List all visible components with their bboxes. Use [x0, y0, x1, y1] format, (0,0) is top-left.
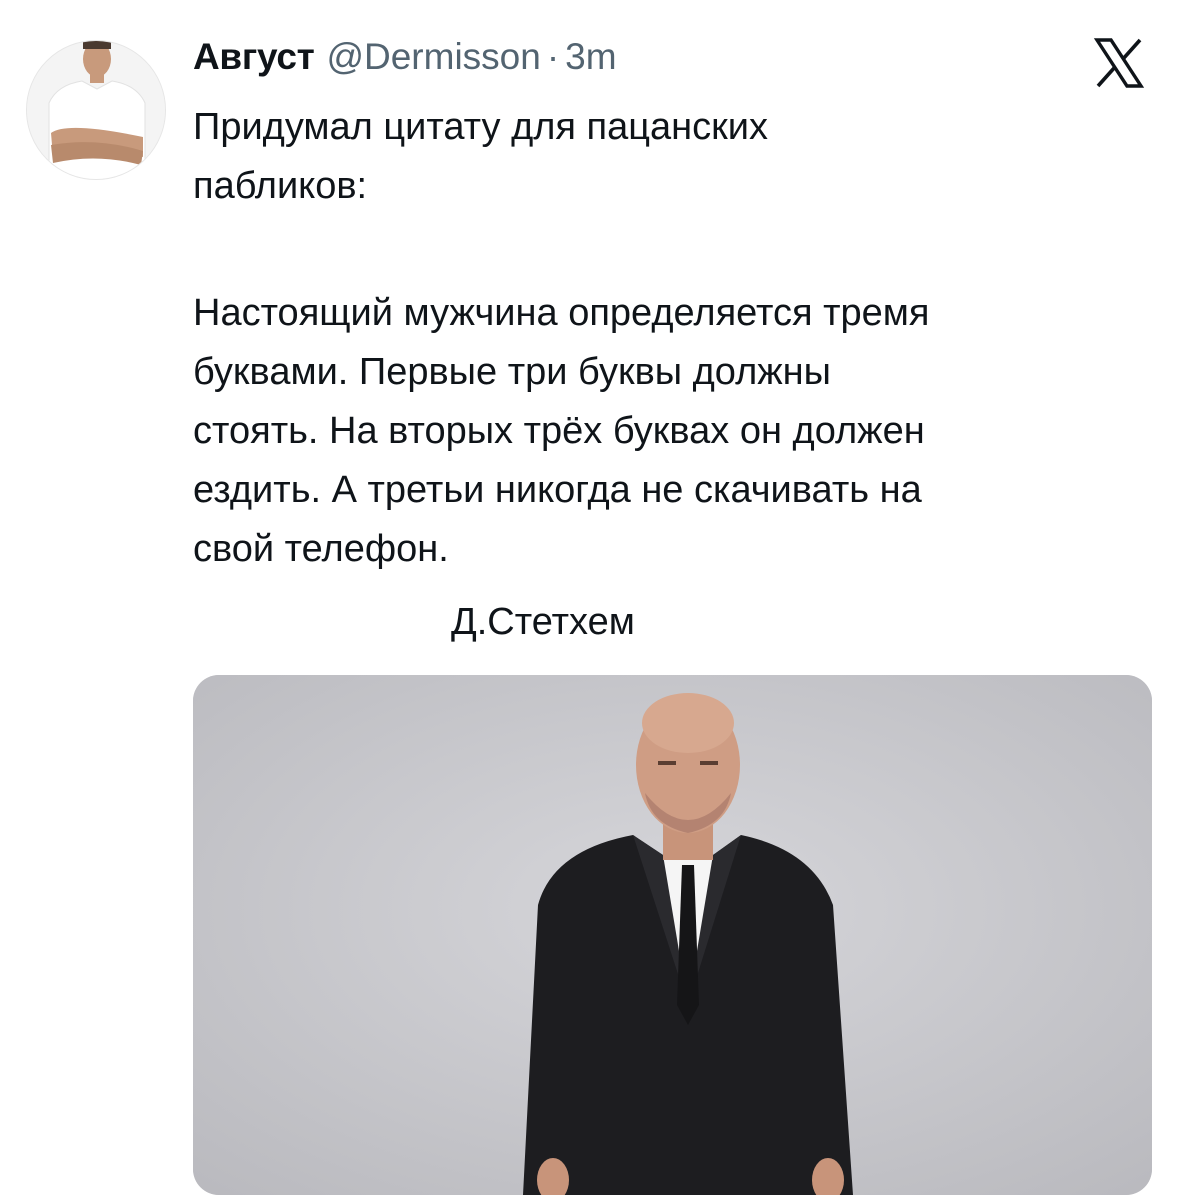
tweet-header: Август @Dermisson · 3m [193, 36, 617, 88]
author-avatar[interactable] [26, 40, 166, 180]
tweet-text-intro: Придумал цитату для пацанских пабликов: [193, 106, 768, 207]
author-name[interactable]: Август [193, 36, 315, 78]
x-logo-icon [1093, 38, 1145, 88]
tweet-text-quote: Настоящий мужчина определяется тремя бук… [193, 292, 930, 570]
tweet-timestamp[interactable]: 3m [565, 36, 616, 78]
quote-signature: Д.Стетхем [451, 601, 635, 643]
separator-dot: · [546, 36, 560, 77]
tweet-media-image[interactable] [193, 675, 1152, 1195]
author-handle[interactable]: @Dermisson [326, 36, 540, 78]
